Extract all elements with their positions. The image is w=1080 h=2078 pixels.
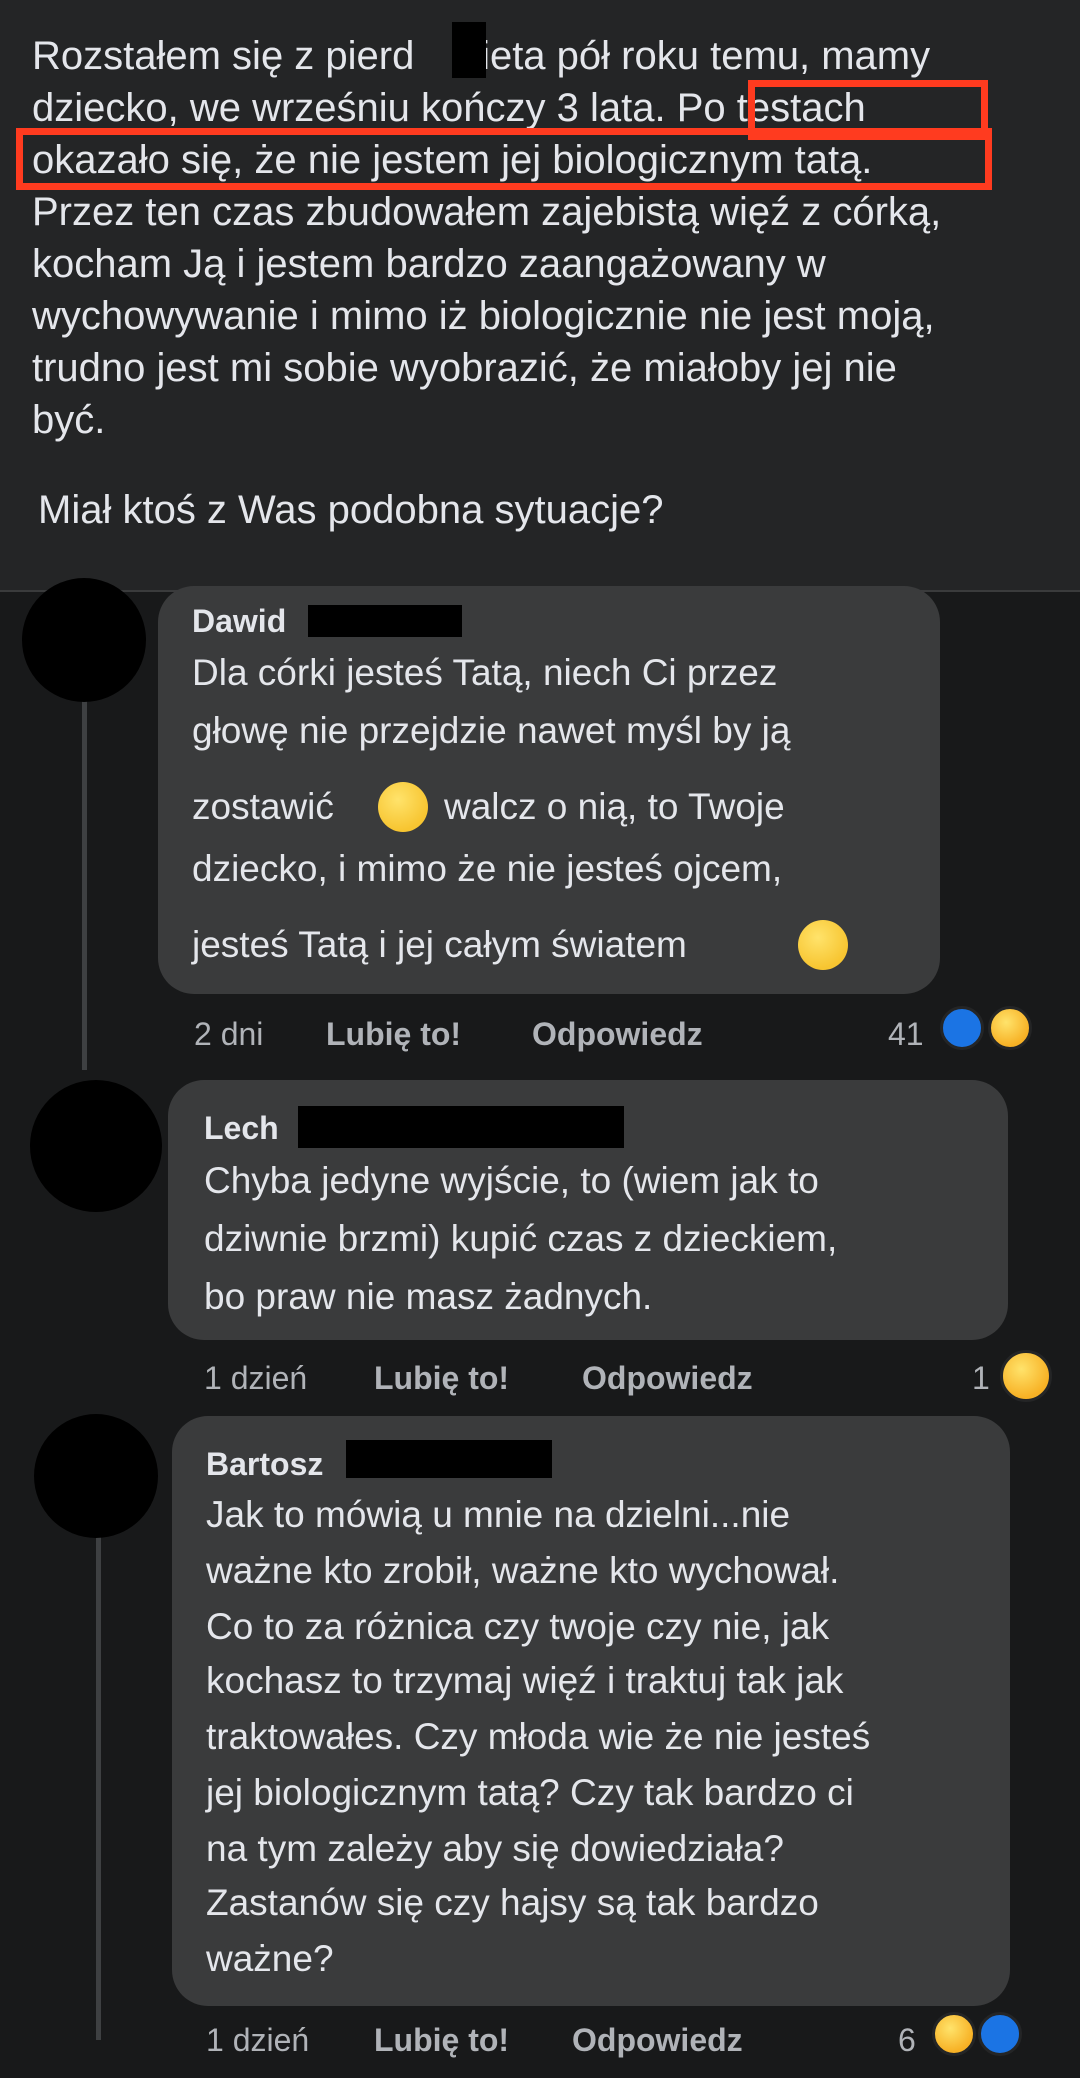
wow-reaction-icon[interactable] bbox=[1000, 1350, 1052, 1402]
comment-line: Dla córki jesteś Tatą, niech Ci przez bbox=[192, 652, 778, 693]
comment-line: bo praw nie masz żadnych. bbox=[204, 1276, 653, 1317]
comment-line: dziecko, i mimo że nie jesteś ojcem, bbox=[192, 848, 783, 889]
slightly-smiling-face-icon bbox=[378, 782, 428, 832]
redaction-block bbox=[298, 1106, 624, 1148]
comment-line: jej biologicznym tatą? Czy tak bardzo ci bbox=[206, 1772, 854, 1813]
comment-line: Co to za różnica czy twoje czy nie, jak bbox=[206, 1606, 830, 1647]
thread-line bbox=[82, 640, 87, 1070]
haha-reaction-icon[interactable] bbox=[932, 2012, 976, 2056]
reaction-count[interactable]: 6 bbox=[898, 2022, 916, 2059]
comment-line: dziwnie brzmi) kupić czas z dzieckiem, bbox=[204, 1218, 838, 1259]
comment-line: Jak to mówią u mnie na dzielni...nie bbox=[206, 1494, 791, 1535]
like-button[interactable]: Lubię to! bbox=[374, 1360, 509, 1397]
comment-timestamp: 1 dzień bbox=[206, 2022, 310, 2058]
reaction-count[interactable]: 41 bbox=[888, 1016, 924, 1053]
comment-line: ważne? bbox=[206, 1938, 334, 1979]
reaction-count[interactable]: 1 bbox=[972, 1360, 990, 1397]
comment-line: ważne kto zrobił, ważne kto wychował. bbox=[206, 1550, 840, 1591]
comment-timestamp: 2 dni bbox=[194, 1016, 264, 1052]
reply-button[interactable]: Odpowiedz bbox=[572, 2022, 743, 2059]
post-body: Rozstałem się z pierd nieta pół roku tem… bbox=[0, 0, 1080, 590]
comment-line: zostawić bbox=[192, 786, 334, 827]
post-question: Miał ktoś z Was podobna sytuacje? bbox=[38, 488, 664, 532]
like-reaction-icon[interactable] bbox=[978, 2012, 1022, 2056]
comment-line: walcz o nią, to Twoje bbox=[444, 786, 785, 827]
slightly-smiling-face-icon bbox=[798, 920, 848, 970]
thread-line bbox=[96, 1520, 101, 2040]
haha-reaction-icon[interactable] bbox=[988, 1006, 1032, 1050]
comment-timestamp: 1 dzień bbox=[204, 1360, 308, 1396]
comment-line: Zastanów się czy hajsy są tak bardzo bbox=[206, 1882, 819, 1923]
comment-line: na tym zależy aby się dowiedziała? bbox=[206, 1828, 784, 1869]
like-reaction-icon[interactable] bbox=[940, 1006, 984, 1050]
comment-author[interactable]: Dawid bbox=[192, 603, 286, 640]
avatar[interactable] bbox=[30, 1080, 162, 1212]
redaction-block bbox=[308, 605, 462, 637]
avatar[interactable] bbox=[22, 578, 146, 702]
comment-line: jesteś Tatą i jej całym światem bbox=[192, 924, 687, 965]
comment-line: Chyba jedyne wyjście, to (wiem jak to bbox=[204, 1160, 819, 1201]
redaction-block bbox=[452, 22, 486, 78]
comment-author[interactable]: Lech bbox=[204, 1110, 279, 1147]
like-button[interactable]: Lubię to! bbox=[374, 2022, 509, 2059]
reply-button[interactable]: Odpowiedz bbox=[532, 1016, 703, 1053]
post-text: Rozstałem się z pierd nieta pół roku tem… bbox=[32, 34, 942, 442]
comment-line: traktowałes. Czy młoda wie że nie jesteś bbox=[206, 1716, 871, 1757]
reply-button[interactable]: Odpowiedz bbox=[582, 1360, 753, 1397]
like-button[interactable]: Lubię to! bbox=[326, 1016, 461, 1053]
comment-author[interactable]: Bartosz bbox=[206, 1446, 323, 1483]
comment-line: kochasz to trzymaj więź i traktuj tak ja… bbox=[206, 1660, 844, 1701]
avatar[interactable] bbox=[34, 1414, 158, 1538]
redaction-block bbox=[346, 1440, 552, 1478]
comment-line: głowę nie przejdzie nawet myśl by ją bbox=[192, 710, 791, 751]
